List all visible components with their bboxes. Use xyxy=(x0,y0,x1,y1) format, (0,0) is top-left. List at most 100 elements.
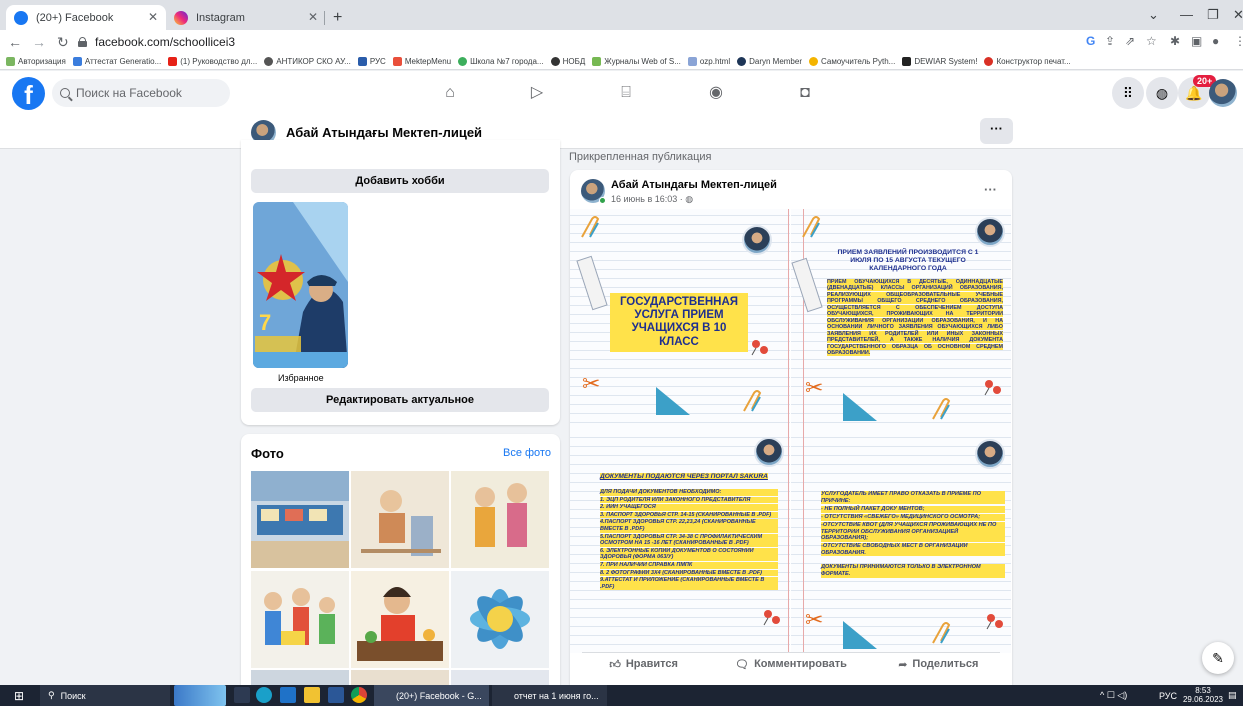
edit-featured-button[interactable]: Редактировать актуальное xyxy=(251,388,549,412)
clock[interactable]: 8:53 29.06.2023 xyxy=(1181,686,1225,704)
reload-icon[interactable]: ↻ xyxy=(57,34,69,51)
photo-thumbnail[interactable] xyxy=(251,471,349,568)
photo-drawing-image xyxy=(451,471,549,568)
comment-button[interactable]: 🗨︎ Комментировать xyxy=(717,650,864,678)
like-button[interactable]: 👍︎ Нравится xyxy=(570,650,717,678)
post-options-icon[interactable]: ··· xyxy=(984,182,997,197)
facebook-logo-icon[interactable]: f xyxy=(12,77,45,110)
file-explorer-icon[interactable] xyxy=(304,687,320,703)
marketplace-icon[interactable]: ⌸ xyxy=(616,83,636,103)
new-message-button[interactable]: ✎ xyxy=(1202,642,1234,674)
back-arrow-icon[interactable]: ← xyxy=(8,34,22,50)
photo-thumbnail[interactable] xyxy=(251,571,349,668)
photo-classroom-image xyxy=(251,471,349,568)
tab-search-chevron-icon[interactable]: ⌄ xyxy=(1148,7,1159,23)
video-icon[interactable]: ▷ xyxy=(527,83,547,103)
close-tab-icon[interactable]: ✕ xyxy=(308,10,318,24)
word-icon[interactable] xyxy=(328,687,344,703)
taskbar-widget[interactable] xyxy=(174,685,226,706)
photo-thumbnail[interactable] xyxy=(451,471,549,568)
bookmark-icon xyxy=(357,57,367,66)
messenger-icon[interactable]: ◍ xyxy=(1146,77,1178,109)
account-avatar[interactable] xyxy=(1209,79,1237,107)
post-image-panel-3[interactable]: ДОКУМЕНТЫ ПОДАЮТСЯ ЧЕРЕЗ ПОРТАЛ SAKURA Д… xyxy=(570,431,790,653)
notification-center-icon[interactable]: ▤ xyxy=(1228,685,1237,706)
share-page-icon[interactable]: ⇗ xyxy=(1125,34,1135,48)
restore-icon[interactable]: ❐ xyxy=(1207,7,1219,23)
system-tray-icons[interactable]: ^ ☐ ◁) xyxy=(1100,685,1127,706)
bookmark-icon xyxy=(72,57,82,66)
extensions-puzzle-icon[interactable]: ✱ xyxy=(1170,34,1180,48)
photo-thumbnail[interactable] xyxy=(451,670,549,685)
bookmark-item[interactable]: АНТИКОР СКО АУ... xyxy=(264,57,351,66)
side-panel-icon[interactable]: ▣ xyxy=(1191,34,1202,48)
photo-thumbnail[interactable] xyxy=(251,670,349,685)
browser-menu-icon[interactable]: ⋮ xyxy=(1234,34,1243,48)
page-title[interactable]: Абай Атындағы Мектеп-лицей xyxy=(286,125,482,140)
input-language[interactable]: РУС xyxy=(1159,685,1177,706)
forward-arrow-icon[interactable]: → xyxy=(32,34,46,50)
edge-icon[interactable] xyxy=(256,687,272,703)
bookmark-item[interactable]: ozp.html xyxy=(687,57,730,66)
post-image-panel-2[interactable]: ПРИЕМ ЗАЯВЛЕНИЙ ПРОИЗВОДИТСЯ С 1 ИЮЛЯ ПО… xyxy=(791,209,1011,431)
install-app-icon[interactable]: ⇪ xyxy=(1105,34,1115,48)
bookmark-item[interactable]: Самоучитель Pyth... xyxy=(809,57,895,66)
post-image-panel-1[interactable]: ГОСУДАРСТВЕННАЯ УСЛУГА ПРИЕМ УЧАЩИХСЯ В … xyxy=(570,209,790,431)
menu-grid-icon[interactable]: ⠿ xyxy=(1112,77,1144,109)
profile-icon[interactable]: ● xyxy=(1212,34,1219,48)
post-author-name[interactable]: Абай Атындағы Мектеп-лицей xyxy=(611,179,777,191)
bookmark-item[interactable]: DEWIAR System! xyxy=(902,57,977,66)
photo-thumbnail[interactable] xyxy=(351,670,449,685)
gaming-icon[interactable]: ◘ xyxy=(795,83,815,103)
taskbar-facebook-window[interactable]: (20+) Facebook - G... xyxy=(374,685,489,706)
pushpin-icon xyxy=(986,614,1003,630)
bookmark-item[interactable]: РУС xyxy=(357,57,386,66)
photo-drawing-image xyxy=(251,571,349,668)
bookmark-item[interactable]: Школа №7 города... xyxy=(458,57,544,66)
home-icon[interactable]: ⌂ xyxy=(440,83,460,103)
url-field[interactable]: facebook.com/schoollicei3 xyxy=(78,33,1068,51)
share-button[interactable]: ➦ Поделиться xyxy=(865,650,1012,678)
start-button[interactable]: ⊞ xyxy=(14,685,24,706)
taskbar-search[interactable]: ⚲ Поиск xyxy=(40,685,170,706)
featured-story-thumbnail[interactable]: 7 xyxy=(253,202,348,368)
new-tab-plus-icon[interactable]: + xyxy=(333,9,342,27)
add-hobby-button[interactable]: Добавить хобби xyxy=(251,169,549,193)
bookmark-item[interactable]: Конструктор печат... xyxy=(984,57,1071,66)
task-view-icon[interactable] xyxy=(234,687,250,703)
school-avatar-icon xyxy=(742,225,772,255)
bookmark-item[interactable]: Аттестат Generatio... xyxy=(72,57,161,66)
facebook-search-input[interactable]: Поиск на Facebook xyxy=(52,79,230,107)
bookmark-item[interactable]: MektepMenu xyxy=(392,57,451,66)
bookmark-item[interactable]: НОБД xyxy=(550,57,585,66)
photo-thumbnail[interactable] xyxy=(351,471,449,568)
school-avatar-icon xyxy=(754,437,784,467)
tab-instagram[interactable]: Instagram ✕ xyxy=(166,5,326,30)
minimize-icon[interactable]: — xyxy=(1180,7,1193,22)
google-icon[interactable]: G xyxy=(1086,34,1095,48)
bookmark-item[interactable]: Авторизация xyxy=(6,57,66,66)
set-square-icon xyxy=(656,387,690,415)
bookmark-item[interactable]: (1) Руководство дл... xyxy=(168,57,257,66)
lock-icon xyxy=(78,37,87,47)
tab-facebook[interactable]: (20+) Facebook ✕ xyxy=(6,5,166,30)
bookmark-star-icon[interactable]: ☆ xyxy=(1146,34,1157,48)
bookmark-item[interactable]: Daryn Member xyxy=(737,57,802,66)
mail-icon[interactable] xyxy=(280,687,296,703)
windows-logo-icon: ⊞ xyxy=(14,688,25,703)
close-tab-icon[interactable]: ✕ xyxy=(148,10,158,24)
groups-icon[interactable]: ◉ xyxy=(706,83,726,103)
post-timestamp[interactable]: 16 июнь в 16:03 · ◍ xyxy=(611,194,693,205)
chrome-icon[interactable] xyxy=(351,687,367,703)
close-window-icon[interactable]: ✕ xyxy=(1233,7,1243,23)
photo-thumbnail[interactable] xyxy=(351,571,449,668)
bookmark-item[interactable]: Журналы Web of S... xyxy=(592,57,681,66)
photos-title: Фото xyxy=(251,446,284,461)
post-image-panel-4[interactable]: УСЛУГОДАТЕЛЬ ИМЕЕТ ПРАВО ОТКАЗАТЬ В ПРИЕ… xyxy=(791,431,1011,653)
taskbar-document-window[interactable]: отчет на 1 июня го... xyxy=(492,685,607,706)
facebook-favicon-icon xyxy=(14,10,28,25)
photo-thumbnail[interactable] xyxy=(451,571,549,668)
page-more-button[interactable]: ··· xyxy=(980,118,1013,144)
all-photos-link[interactable]: Все фото xyxy=(503,447,551,459)
notebook-margin-line xyxy=(788,431,789,653)
